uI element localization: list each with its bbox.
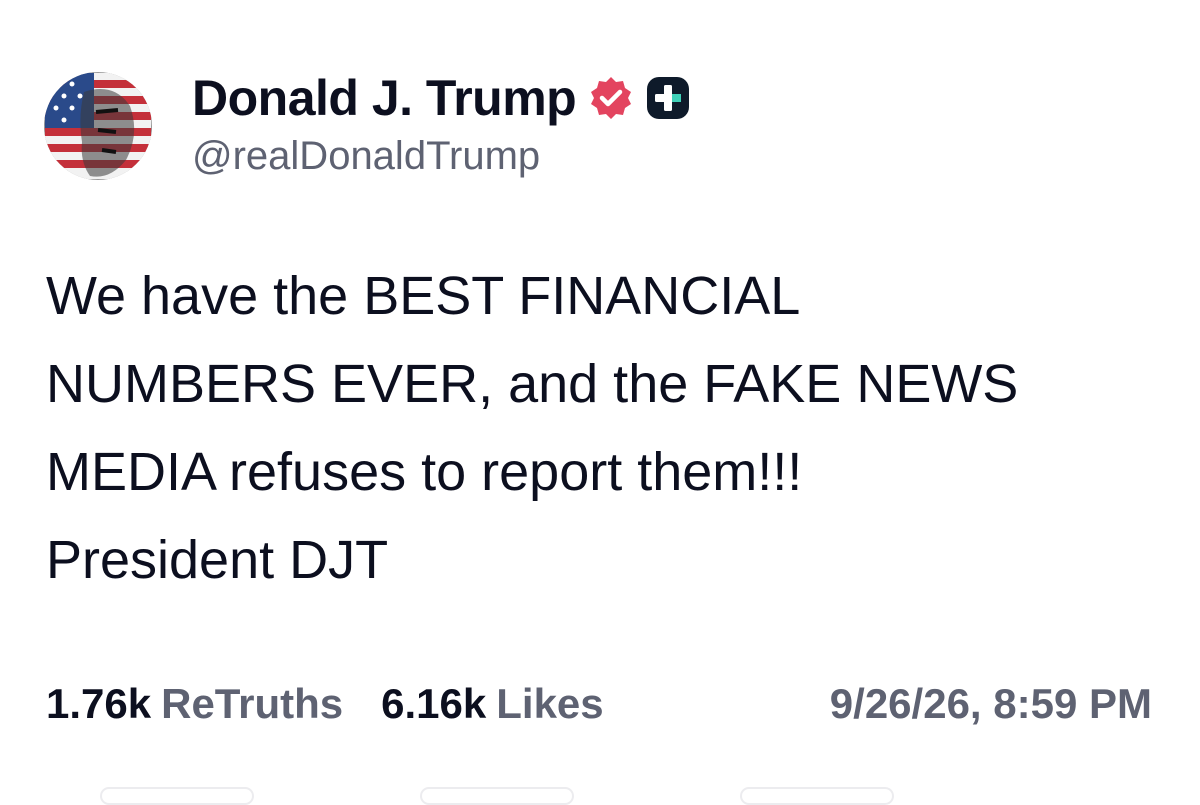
- retruths-label: ReTruths: [161, 680, 344, 727]
- post-timestamp[interactable]: 9/26/26, 8:59 PM: [830, 676, 1152, 732]
- post-stats: 1.76k ReTruths 6.16k Likes: [46, 676, 604, 732]
- likes-count: 6.16k: [381, 680, 487, 727]
- author-display-name[interactable]: Donald J. Trump: [192, 73, 577, 123]
- action-button-outline[interactable]: [100, 787, 254, 805]
- post-card: Donald J. Trump @realDonaldTrump We have…: [0, 0, 1200, 805]
- likes-label: Likes: [496, 680, 604, 727]
- action-bar-edge: [0, 785, 1200, 805]
- retruths-count: 1.76k: [46, 680, 152, 727]
- likes-stat[interactable]: 6.16k Likes: [381, 683, 604, 725]
- flag-portrait-avatar-icon: [44, 72, 152, 180]
- post-text: We have the BEST FINANCIAL NUMBERS EVER,…: [46, 252, 1166, 604]
- action-button-outline[interactable]: [740, 787, 894, 805]
- author-handle[interactable]: @realDonaldTrump: [192, 136, 540, 176]
- post-text-line: MEDIA refuses to report them!!!: [46, 442, 803, 502]
- retruths-stat[interactable]: 1.76k ReTruths: [46, 683, 343, 725]
- post-text-line: NUMBERS EVER, and the FAKE NEWS: [46, 354, 1019, 414]
- author-avatar[interactable]: [44, 72, 152, 180]
- post-text-line: President DJT: [46, 530, 389, 590]
- action-button-outline[interactable]: [420, 787, 574, 805]
- author-name-row: Donald J. Trump: [192, 66, 690, 130]
- plus-badge-icon: [646, 76, 690, 120]
- verified-badge-icon: [588, 75, 634, 121]
- post-text-line: We have the BEST FINANCIAL: [46, 266, 801, 326]
